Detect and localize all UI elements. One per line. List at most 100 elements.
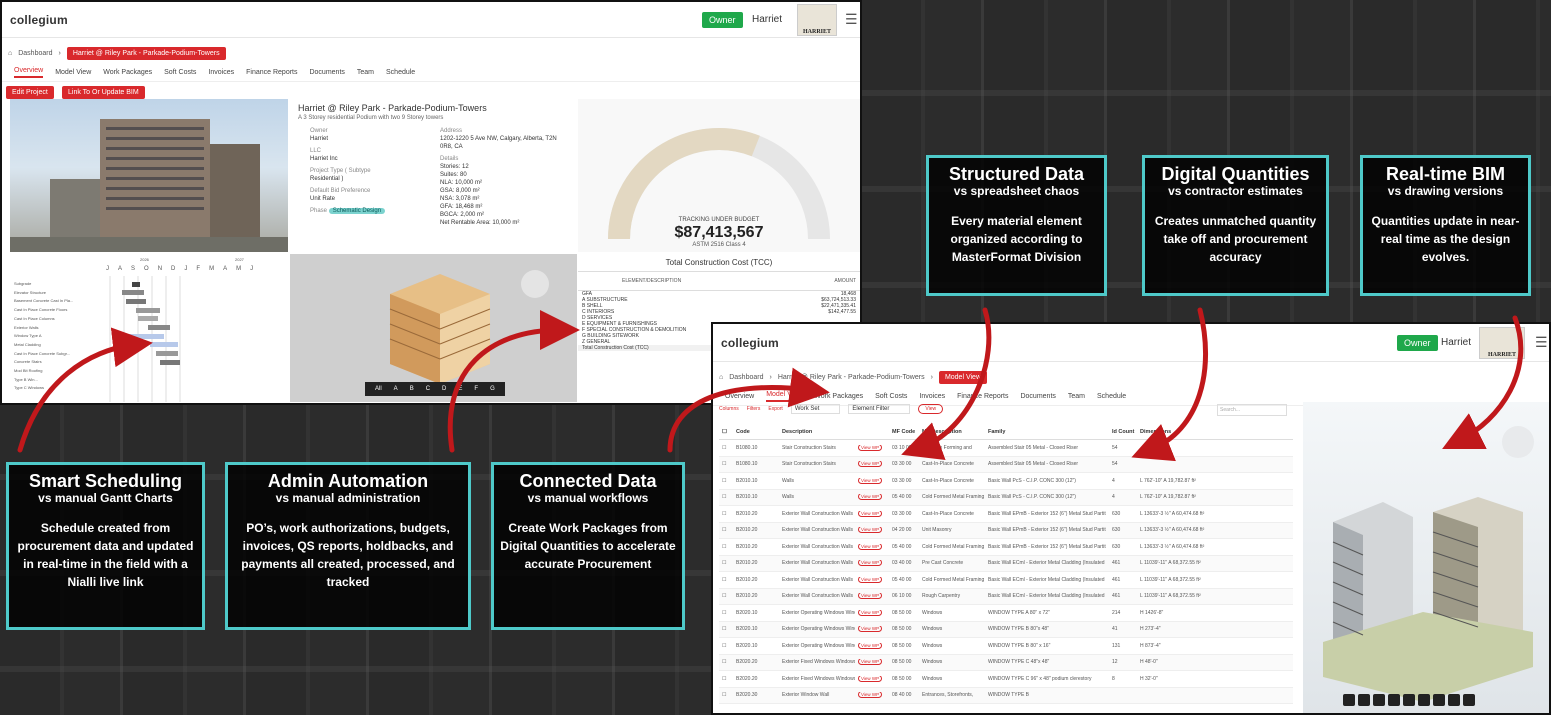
camera-icon[interactable]	[1343, 694, 1355, 706]
tab-work-packages[interactable]: Work Packages	[814, 393, 863, 400]
table-row[interactable]: ☐ B2010.20 Exterior Wall Construction Wall…	[719, 506, 1293, 523]
bim-level-button[interactable]: All	[375, 386, 382, 392]
tab-soft-costs[interactable]: Soft Costs	[875, 393, 907, 400]
table-row[interactable]: ☐B2020.10 Exterior Operating Windows Wind…	[719, 621, 1293, 638]
bim-level-button[interactable]: D	[442, 386, 446, 392]
measure-icon[interactable]	[1418, 694, 1430, 706]
table-row[interactable]: ☐ B1080.10 Stair Construction Stairs View W…	[719, 456, 1293, 473]
tab-finance-reports[interactable]: Finance Reports	[246, 69, 297, 76]
cell-action[interactable]: View WP	[855, 626, 889, 633]
breadcrumb-dashboard[interactable]: Dashboard	[729, 374, 763, 381]
table-row[interactable]: ☐ B2010.20 Exterior Wall Construction Wall…	[719, 539, 1293, 556]
row-checkbox[interactable]: ☐	[719, 692, 733, 698]
tab-model-view[interactable]: Model View	[766, 391, 803, 402]
checkbox-icon[interactable]: ☐	[719, 429, 733, 435]
tab-documents[interactable]: Documents	[309, 69, 344, 76]
row-checkbox[interactable]: ☐	[719, 560, 733, 566]
cell-action[interactable]: View WP	[855, 461, 889, 468]
col-description[interactable]: Description	[779, 429, 855, 435]
tab-schedule[interactable]: Schedule	[386, 69, 415, 76]
bim-3d-viewer[interactable]	[1303, 402, 1549, 713]
breadcrumb-model-view[interactable]: Model View	[938, 370, 987, 384]
user-name[interactable]: Harriet	[1441, 337, 1471, 348]
row-checkbox[interactable]: ☐	[719, 478, 733, 484]
pan-icon[interactable]	[1373, 694, 1385, 706]
col-code[interactable]: Code	[733, 429, 779, 435]
cell-action[interactable]: View WP	[855, 609, 889, 616]
view-wp-button[interactable]: View WP	[858, 510, 883, 517]
app-logo[interactable]: collegium	[721, 336, 779, 350]
tab-work-packages[interactable]: Work Packages	[103, 69, 152, 76]
tab-team[interactable]: Team	[357, 69, 374, 76]
view-wp-button[interactable]: View WP	[858, 527, 883, 534]
table-row[interactable]: ☐ B2010.10 Walls View WP 03 30 00 Cast-In-Pla…	[719, 473, 1293, 490]
row-checkbox[interactable]: ☐	[719, 676, 733, 682]
orbit-icon[interactable]	[1358, 694, 1370, 706]
view-wp-button[interactable]: View WP	[858, 461, 883, 468]
search-input[interactable]: Search...	[1217, 404, 1287, 416]
row-checkbox[interactable]: ☐	[719, 527, 733, 533]
bim-level-button[interactable]: B	[410, 386, 414, 392]
col-id-count[interactable]: Id Count	[1109, 429, 1137, 435]
table-row[interactable]: ☐ B2010.20 Exterior Wall Construction Wall…	[719, 572, 1293, 589]
user-name[interactable]: Harriet	[752, 14, 782, 25]
cell-action[interactable]: View WP	[855, 444, 889, 451]
bim-level-button[interactable]: E	[458, 386, 462, 392]
col-mf-description[interactable]: MF Description	[919, 429, 985, 435]
tab-soft-costs[interactable]: Soft Costs	[164, 69, 196, 76]
bim-level-button[interactable]: C	[426, 386, 430, 392]
table-row[interactable]: ☐ B2010.10 Walls View WP 05 40 00 Cold Formed…	[719, 489, 1293, 506]
workset-select[interactable]: Work Set	[790, 404, 841, 414]
row-checkbox[interactable]: ☐	[719, 643, 733, 649]
row-checkbox[interactable]: ☐	[719, 659, 733, 665]
cell-action[interactable]: View WP	[855, 675, 889, 682]
edit-project-button[interactable]: Edit Project	[6, 86, 54, 99]
view-wp-button[interactable]: View WP	[858, 692, 883, 699]
bim-level-button[interactable]: F	[474, 386, 478, 392]
cell-action[interactable]: View WP	[855, 692, 889, 699]
home-icon[interactable]: ⌂	[8, 50, 12, 57]
tab-finance-reports[interactable]: Finance Reports	[957, 393, 1008, 400]
col-dimensions[interactable]: Dimensions	[1137, 429, 1227, 435]
table-row[interactable]: ☐B2020.10 Exterior Operating Windows Wind…	[719, 605, 1293, 622]
view-wp-button[interactable]: View WP	[858, 609, 883, 616]
view-wp-button[interactable]: View WP	[858, 626, 883, 633]
tab-overview[interactable]: Overview	[14, 67, 44, 78]
view-wp-button[interactable]: View WP	[858, 444, 883, 451]
view-wp-button[interactable]: View WP	[858, 543, 883, 550]
home-icon[interactable]: ⌂	[719, 374, 723, 381]
view-wp-button[interactable]: View WP	[858, 494, 883, 501]
table-row[interactable]: ☐ B2010.20 Exterior Wall Construction Wall…	[719, 588, 1293, 605]
table-row[interactable]: ☐ B2020.20 Exterior Fixed Windows Windows V…	[719, 654, 1293, 671]
row-checkbox[interactable]: ☐	[719, 577, 733, 583]
cell-action[interactable]: View WP	[855, 560, 889, 567]
cell-action[interactable]: View WP	[855, 477, 889, 484]
menu-icon[interactable]: ☰	[1535, 334, 1548, 351]
table-row[interactable]: ☐ B2010.20 Exterior Wall Construction Wall…	[719, 522, 1293, 539]
row-checkbox[interactable]: ☐	[719, 494, 733, 500]
table-row[interactable]: ☐ B2020.30 Exterior Window Wall View WP 08 4…	[719, 687, 1293, 704]
table-row[interactable]: ☐ B2020.20 Exterior Fixed Windows Windows V…	[719, 671, 1293, 688]
view-wp-button[interactable]: View WP	[858, 593, 883, 600]
view-wp-button[interactable]: View WP	[858, 642, 883, 649]
row-checkbox[interactable]: ☐	[719, 445, 733, 451]
export-button[interactable]: Export	[768, 406, 782, 412]
row-checkbox[interactable]: ☐	[719, 461, 733, 467]
row-checkbox[interactable]: ☐	[719, 544, 733, 550]
section-icon[interactable]	[1433, 694, 1445, 706]
view-wp-button[interactable]: View WP	[858, 675, 883, 682]
cell-action[interactable]: View WP	[855, 593, 889, 600]
tab-model-view[interactable]: Model View	[55, 69, 91, 76]
row-checkbox[interactable]: ☐	[719, 511, 733, 517]
row-checkbox[interactable]: ☐	[719, 610, 733, 616]
bim-level-button[interactable]: G	[490, 386, 495, 392]
filters-button[interactable]: Filters	[747, 406, 761, 412]
tab-team[interactable]: Team	[1068, 393, 1085, 400]
col-mf-code[interactable]: MF Code	[889, 429, 919, 435]
col-family[interactable]: Family	[985, 429, 1109, 435]
table-row[interactable]: ☐ B1080.10 Stair Construction Stairs View W…	[719, 440, 1293, 457]
app-logo[interactable]: collegium	[10, 13, 68, 27]
view-wp-button[interactable]: View WP	[858, 576, 883, 583]
view-button[interactable]: View	[918, 404, 944, 414]
cell-action[interactable]: View WP	[855, 494, 889, 501]
